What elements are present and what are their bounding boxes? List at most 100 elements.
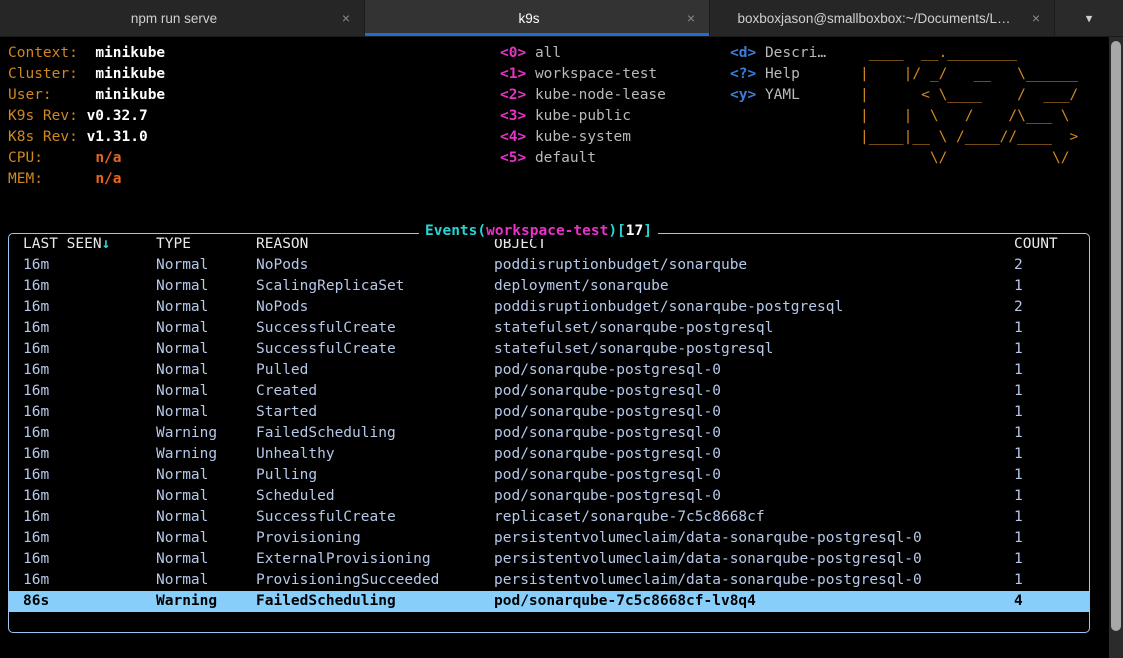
shortcut-yaml[interactable]: <y> YAML [730,85,860,106]
panel-title-suffix: ] [643,223,652,239]
cell-count: 1 [1014,530,1023,546]
table-row[interactable]: 16m Normal SuccessfulCreate statefulset/son… [9,318,1089,339]
cell-type: Normal [156,341,209,357]
table-row[interactable]: 16m Normal SuccessfulCreate statefulset/son… [9,339,1089,360]
table-row[interactable]: 16m Normal Created pod/sonarqube-postgresql… [9,381,1089,402]
cell-count: 1 [1014,467,1023,483]
panel-title-count: 17 [625,223,644,239]
namespace-item-kube-system[interactable]: <4> kube-system [500,127,730,148]
cell-count: 1 [1014,383,1023,399]
table-row[interactable]: 16m Normal ProvisioningSucceeded persistent… [9,570,1089,591]
cell-object: pod/sonarqube-postgresql-0 [494,362,721,378]
cell-object: pod/sonarqube-postgresql-0 [494,488,721,504]
cell-last-seen: 16m [23,425,50,441]
cell-count: 1 [1014,425,1023,441]
cell-reason: SuccessfulCreate [256,320,396,336]
namespace-item-workspace-test[interactable]: <1> workspace-test [500,64,730,85]
cell-count: 1 [1014,572,1023,588]
table-row[interactable]: 86s Warning FailedScheduling pod/sonarqube-… [9,591,1089,612]
terminal-screen: Context: minikube Cluster: minikube User… [0,37,1123,658]
cell-object: pod/sonarqube-postgresql-0 [494,404,721,420]
k9s-header: Context: minikube Cluster: minikube User… [0,37,1108,187]
table-row[interactable]: 16m Normal Provisioning persistentvolumecla… [9,528,1089,549]
cell-last-seen: 16m [23,257,50,273]
shortcut-key: <?> [730,66,757,82]
info-value: minikube [95,87,166,103]
cell-reason: ScalingReplicaSet [256,278,405,294]
cell-count: 1 [1014,404,1023,420]
cell-count: 1 [1014,446,1023,462]
k9s-ascii-logo: ____ __.________ | |/ _/ __ \______ | < … [860,43,1108,185]
info-row-k9s-rev: K9s Rev: v0.32.7 [8,106,500,127]
events-table-body: 16m Normal NoPods poddisruptionbudget/sonar… [9,255,1089,612]
cell-object: persistentvolumeclaim/data-sonarqube-pos… [494,572,922,588]
table-row[interactable]: 16m Normal ScalingReplicaSet deployment/son… [9,276,1089,297]
shortcut-key: <d> [730,45,757,61]
info-row-user: User: minikube [8,85,500,106]
shortcut-describe[interactable]: <d> Descri… [730,43,860,64]
column-header-last-seen[interactable]: LAST SEEN↓ [9,234,156,255]
table-row[interactable]: 16m Normal NoPods poddisruptionbudget/sonar… [9,255,1089,276]
events-table-panel: Events(workspace-test)[17] LAST SEEN↓ TY… [8,223,1090,633]
cluster-info-panel: Context: minikube Cluster: minikube User… [0,43,500,187]
namespace-item-all[interactable]: <0> all [500,43,730,64]
namespace-item-kube-public[interactable]: <3> kube-public [500,106,730,127]
cell-count: 1 [1014,488,1023,504]
cell-reason: Created [256,383,318,399]
table-row[interactable]: 16m Normal NoPods poddisruptionbudget/sonar… [9,297,1089,318]
events-table: LAST SEEN↓ TYPE REASON OBJECT COUNT 16m N… [9,234,1089,612]
column-header-type[interactable]: TYPE [156,234,256,255]
terminal-tab[interactable]: npm run serve × [0,0,365,36]
namespace-shortcut-key: <0> [500,45,527,61]
cell-count: 1 [1014,278,1023,294]
info-label: Cluster: [8,66,78,82]
cell-object: pod/sonarqube-postgresql-0 [494,425,721,441]
cell-reason: Provisioning [256,530,361,546]
cell-type: Normal [156,467,209,483]
info-label: K9s Rev: [8,108,78,124]
terminal-tab-label: boxboxjason@smallboxbox:~/Documents/L… [737,10,1011,26]
terminal-tab-active[interactable]: k9s × [365,0,710,36]
cell-last-seen: 16m [23,278,50,294]
table-row[interactable]: 16m Normal Started pod/sonarqube-postgresql… [9,402,1089,423]
cell-type: Warning [156,591,256,612]
table-row[interactable]: 16m Normal Pulling pod/sonarqube-postgresql… [9,465,1089,486]
panel-title-mid: )[ [608,223,626,239]
namespace-item-kube-node-lease[interactable]: <2> kube-node-lease [500,85,730,106]
column-header-count[interactable]: COUNT [1014,234,1089,255]
scrollbar-thumb[interactable] [1111,41,1121,631]
namespace-item-default[interactable]: <5> default [500,148,730,169]
cell-reason: Scheduled [256,488,335,504]
tab-list-menu-button[interactable]: ▼ [1055,0,1123,36]
shortcut-list: <d> Descri… <?> Help <y> YAML [730,43,860,185]
cell-count: 1 [1014,341,1023,357]
terminal-tab-label: k9s [518,10,540,26]
logo-line: \/ \/ [860,150,1087,166]
shortcut-help[interactable]: <?> Help [730,64,860,85]
column-header-label: TYPE [156,236,191,252]
cell-type: Normal [156,509,209,525]
terminal-tab[interactable]: boxboxjason@smallboxbox:~/Documents/L… × [710,0,1055,36]
namespace-name: workspace-test [534,66,658,82]
table-row[interactable]: 16m Normal SuccessfulCreate replicaset/sona… [9,507,1089,528]
cell-reason: Pulled [256,362,309,378]
close-icon[interactable]: × [338,11,354,25]
close-icon[interactable]: × [683,11,699,25]
terminal-scrollbar[interactable] [1109,37,1123,658]
table-row[interactable]: 16m Warning Unhealthy pod/sonarqube-postgre… [9,444,1089,465]
info-row-mem: MEM: n/a [8,169,500,190]
cell-reason: SuccessfulCreate [256,509,396,525]
info-value: minikube [95,45,166,61]
events-panel-title: Events(workspace-test)[17] [419,223,658,239]
table-row[interactable]: 16m Normal Pulled pod/sonarqube-postgresql-… [9,360,1089,381]
table-row[interactable]: 16m Warning FailedScheduling pod/sonarqube-… [9,423,1089,444]
cell-last-seen: 16m [23,320,50,336]
cell-type: Warning [156,425,218,441]
namespace-name: default [534,150,597,166]
cell-last-seen: 16m [23,341,50,357]
cell-count: 2 [1014,299,1023,315]
table-row[interactable]: 16m Normal ExternalProvisioning persistentv… [9,549,1089,570]
table-row[interactable]: 16m Normal Scheduled pod/sonarqube-postgres… [9,486,1089,507]
close-icon[interactable]: × [1028,11,1044,25]
info-value: n/a [95,150,122,166]
